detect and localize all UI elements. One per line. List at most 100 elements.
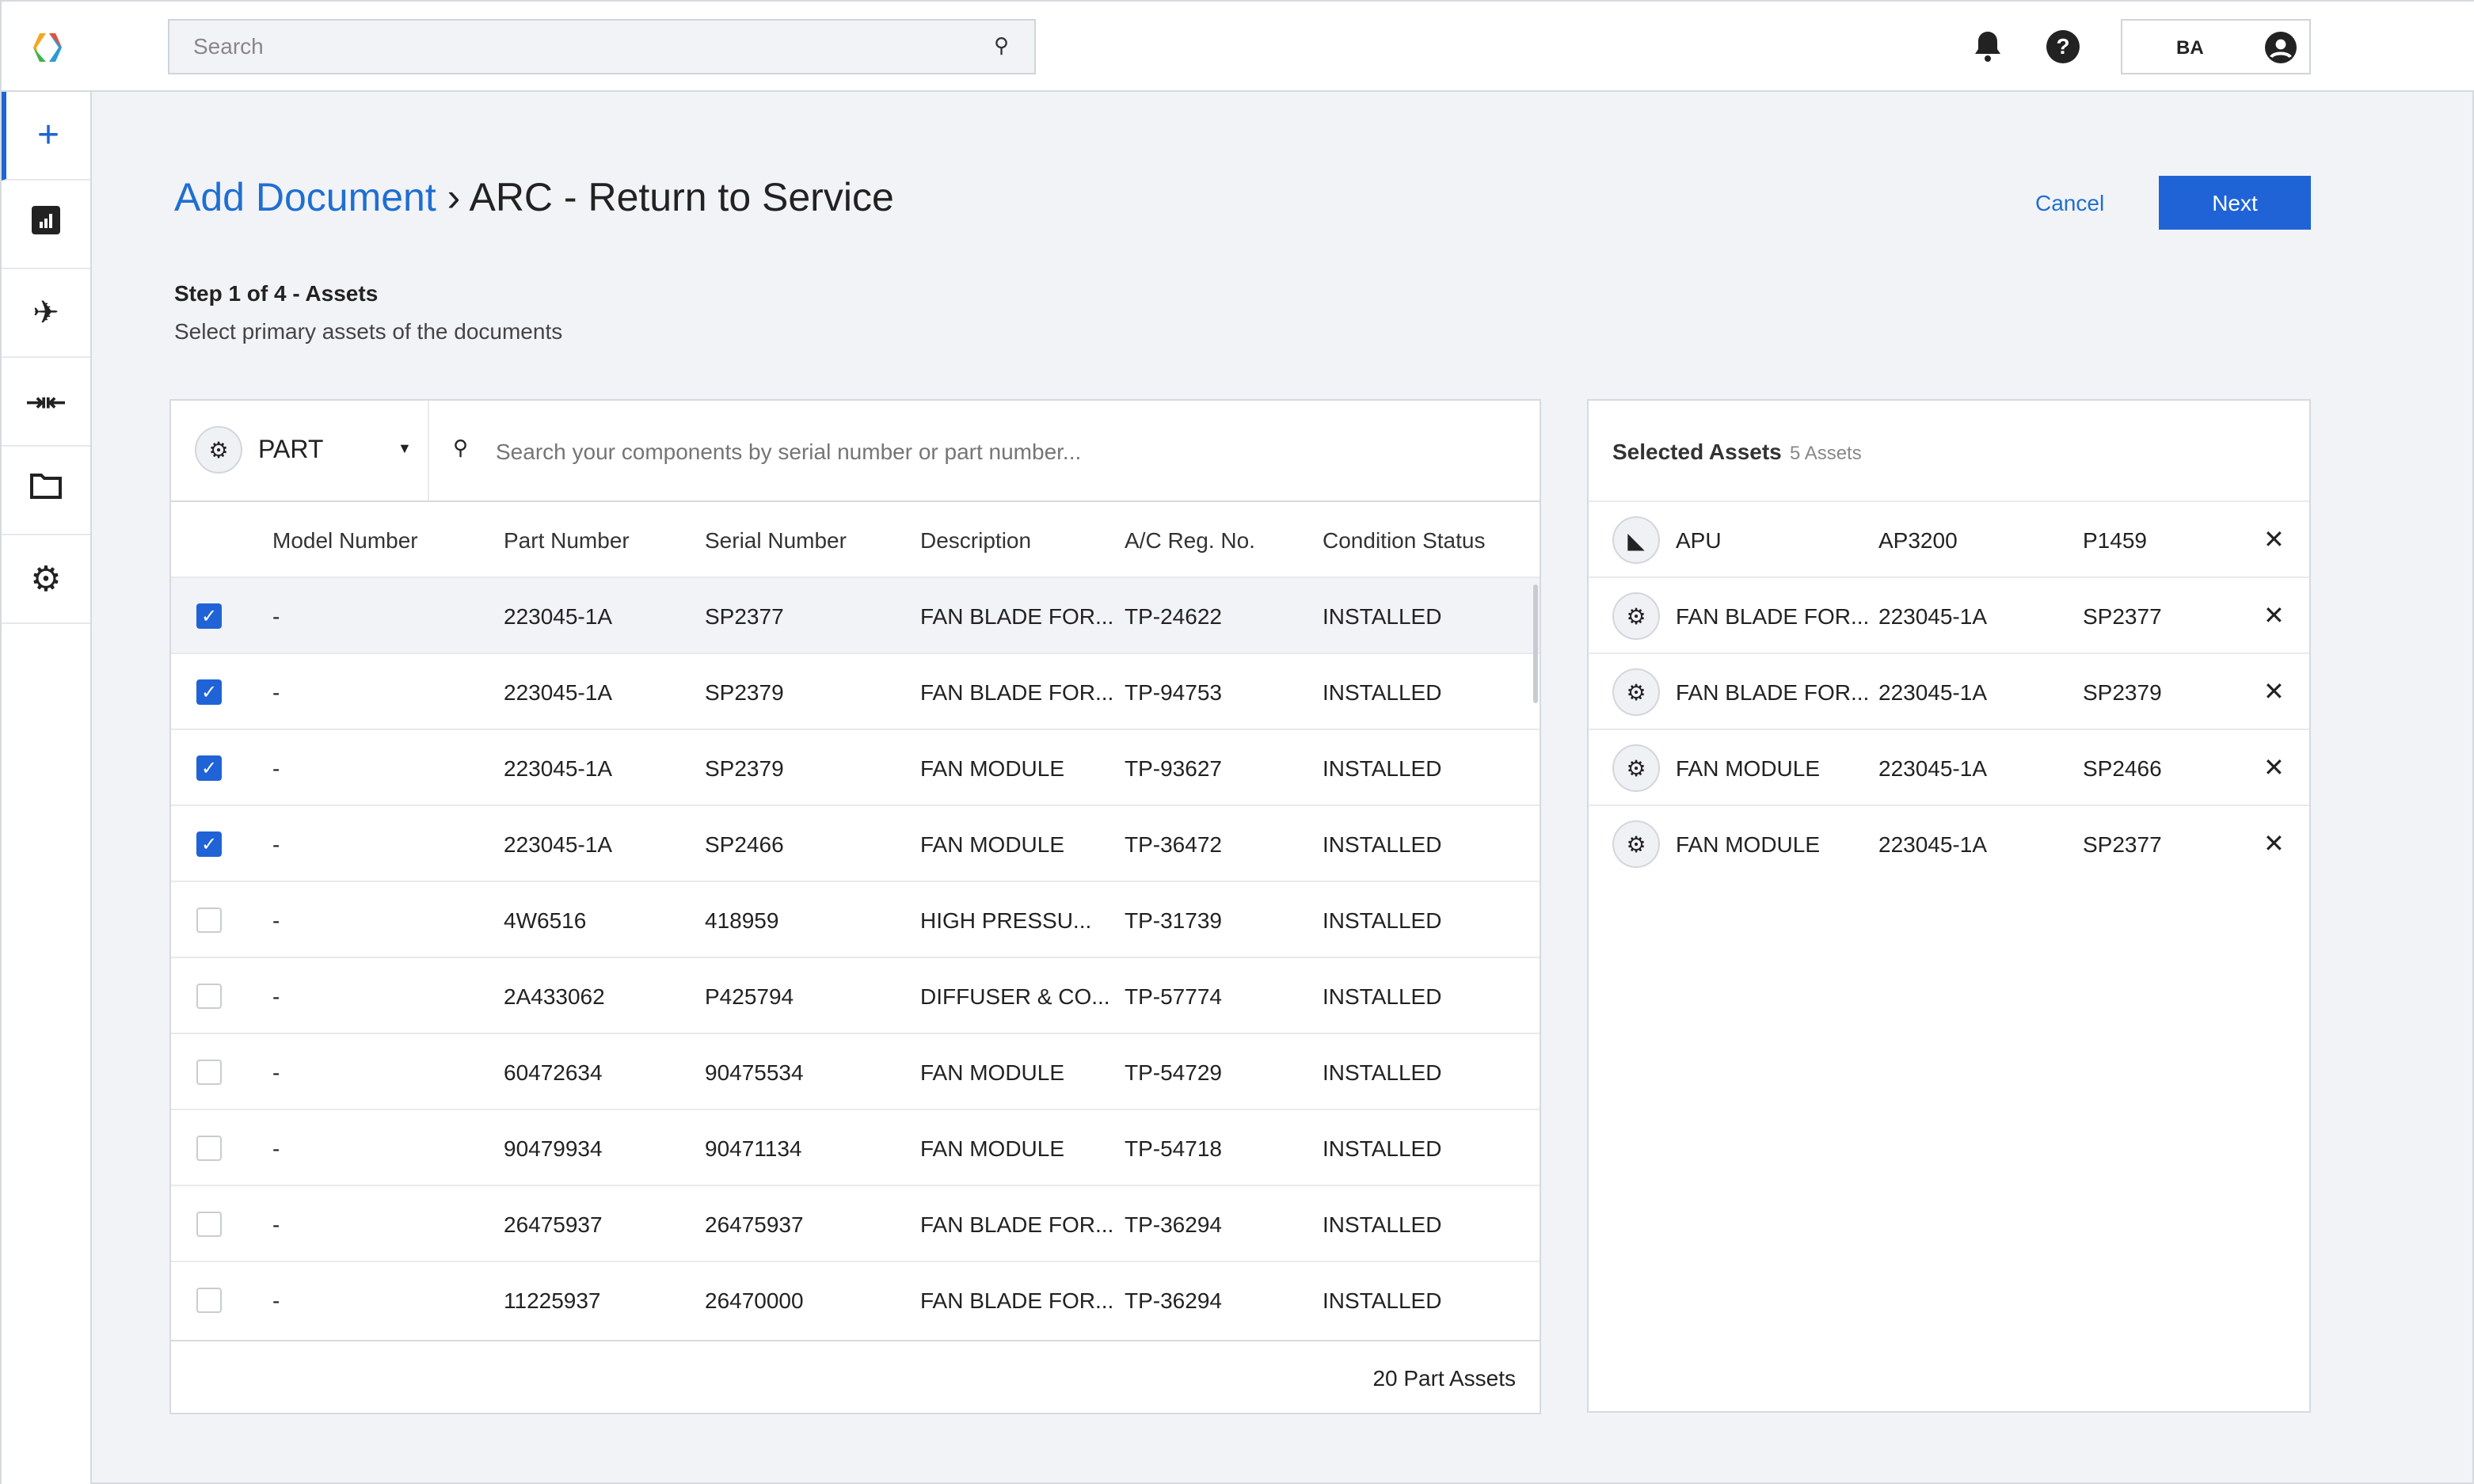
cell-description: FAN BLADE FOR... bbox=[920, 1288, 1114, 1313]
sidebar-item-transfer[interactable]: ⇥⇤ bbox=[2, 358, 90, 447]
cell-description: HIGH PRESSU... bbox=[920, 908, 1092, 933]
selected-part: 223045-1A bbox=[1878, 755, 1988, 781]
user-menu[interactable]: BA bbox=[2121, 19, 2311, 74]
table-row[interactable]: - 11225937 26470000 FAN BLADE FOR... TP-… bbox=[171, 1261, 1540, 1337]
app-logo[interactable] bbox=[30, 30, 65, 65]
sidebar-item-settings[interactable]: ⚙ bbox=[2, 535, 90, 624]
asset-search-input[interactable] bbox=[496, 432, 1478, 470]
remove-icon[interactable]: ✕ bbox=[2263, 600, 2285, 632]
cell-part: 223045-1A bbox=[504, 831, 613, 857]
column-header-serial[interactable]: Serial Number bbox=[705, 527, 847, 553]
cancel-button[interactable]: Cancel bbox=[2035, 190, 2104, 215]
cell-serial: 90471134 bbox=[705, 1136, 802, 1161]
table-row[interactable]: ✓ - 223045-1A SP2377 FAN BLADE FOR... TP… bbox=[171, 576, 1540, 653]
column-header-part[interactable]: Part Number bbox=[504, 527, 630, 553]
cell-part: 223045-1A bbox=[504, 679, 613, 705]
cell-description: FAN BLADE FOR... bbox=[920, 603, 1114, 629]
table-row[interactable]: - 4W6516 418959 HIGH PRESSU... TP-31739 … bbox=[171, 881, 1540, 957]
row-checkbox[interactable] bbox=[196, 1288, 222, 1313]
remove-icon[interactable]: ✕ bbox=[2263, 524, 2285, 556]
part-icon: ⚙ bbox=[195, 426, 242, 474]
cell-reg: TP-24622 bbox=[1125, 603, 1222, 629]
cell-description: FAN BLADE FOR... bbox=[920, 679, 1114, 705]
cell-model: - bbox=[272, 1136, 280, 1161]
cell-model: - bbox=[272, 908, 280, 933]
table-row[interactable]: - 26475937 26475937 FAN BLADE FOR... TP-… bbox=[171, 1185, 1540, 1261]
cell-status: INSTALLED bbox=[1323, 1288, 1442, 1313]
selected-part: AP3200 bbox=[1878, 527, 1958, 553]
cell-model: - bbox=[272, 831, 280, 857]
folder-icon bbox=[30, 472, 62, 508]
sidebar-item-analytics[interactable] bbox=[2, 181, 90, 269]
row-checkbox[interactable]: ✓ bbox=[196, 679, 222, 705]
sidebar-item-aircraft[interactable]: ✈ bbox=[2, 269, 90, 358]
cell-model: - bbox=[272, 755, 280, 781]
cell-model: - bbox=[272, 1060, 280, 1085]
next-button[interactable]: Next bbox=[2159, 176, 2311, 230]
cell-reg: TP-54718 bbox=[1125, 1136, 1222, 1161]
search-icon[interactable]: ⚲ bbox=[994, 33, 1009, 59]
bell-icon[interactable] bbox=[1972, 29, 2004, 63]
row-checkbox[interactable]: ✓ bbox=[196, 831, 222, 857]
row-checkbox[interactable] bbox=[196, 908, 222, 933]
row-checkbox[interactable]: ✓ bbox=[196, 755, 222, 781]
cell-status: INSTALLED bbox=[1323, 755, 1442, 781]
asset-type-label: PART bbox=[258, 437, 324, 464]
cell-reg: TP-57774 bbox=[1125, 984, 1222, 1009]
column-header-status[interactable]: Condition Status bbox=[1323, 527, 1485, 553]
table-row[interactable]: - 90479934 90471134 FAN MODULE TP-54718 … bbox=[171, 1109, 1540, 1185]
column-header-model[interactable]: Model Number bbox=[272, 527, 418, 553]
selected-serial: SP2379 bbox=[2083, 679, 2162, 705]
table-row[interactable]: ✓ - 223045-1A SP2466 FAN MODULE TP-36472… bbox=[171, 805, 1540, 881]
table-row[interactable]: - 60472634 90475534 FAN MODULE TP-54729 … bbox=[171, 1033, 1540, 1109]
selected-name: FAN BLADE FOR... bbox=[1676, 603, 1870, 629]
row-checkbox[interactable] bbox=[196, 1212, 222, 1237]
table-row[interactable]: - 2A433062 P425794 DIFFUSER & CO... TP-5… bbox=[171, 957, 1540, 1033]
row-checkbox[interactable] bbox=[196, 1060, 222, 1085]
cell-description: FAN MODULE bbox=[920, 831, 1065, 857]
search-placeholder: Search bbox=[193, 33, 264, 59]
page-title: Add Document › ARC - Return to Service bbox=[174, 176, 894, 222]
cell-status: INSTALLED bbox=[1323, 984, 1442, 1009]
user-initials: BA bbox=[2176, 36, 2204, 59]
column-header-reg[interactable]: A/C Reg. No. bbox=[1125, 527, 1255, 553]
column-header-description[interactable]: Description bbox=[920, 527, 1031, 553]
cell-status: INSTALLED bbox=[1323, 1060, 1442, 1085]
asset-type-selector[interactable]: ⚙ PART ▼ bbox=[171, 401, 429, 500]
part-icon: ⚙ bbox=[1612, 668, 1660, 716]
part-icon: ⚙ bbox=[1612, 592, 1660, 640]
cell-part: 11225937 bbox=[504, 1288, 601, 1313]
remove-icon[interactable]: ✕ bbox=[2263, 676, 2285, 708]
selected-asset-item: ⚙ FAN BLADE FOR... 223045-1A SP2377 ✕ bbox=[1589, 576, 2309, 653]
cell-description: FAN MODULE bbox=[920, 1060, 1065, 1085]
selected-serial: SP2466 bbox=[2083, 755, 2162, 781]
cell-model: - bbox=[272, 603, 280, 629]
row-checkbox[interactable] bbox=[196, 984, 222, 1009]
selected-name: FAN MODULE bbox=[1676, 831, 1821, 857]
breadcrumb-add-document[interactable]: Add Document bbox=[174, 176, 436, 220]
breadcrumb-current: ARC - Return to Service bbox=[469, 176, 894, 220]
help-icon[interactable]: ? bbox=[2046, 30, 2080, 63]
cell-status: INSTALLED bbox=[1323, 831, 1442, 857]
row-checkbox[interactable]: ✓ bbox=[196, 603, 222, 629]
sidebar-item-folder[interactable] bbox=[2, 447, 90, 535]
cell-reg: TP-93627 bbox=[1125, 755, 1222, 781]
selected-part: 223045-1A bbox=[1878, 603, 1988, 629]
remove-icon[interactable]: ✕ bbox=[2263, 752, 2285, 784]
table-row[interactable]: ✓ - 223045-1A SP2379 FAN BLADE FOR... TP… bbox=[171, 653, 1540, 729]
cell-serial: P425794 bbox=[705, 984, 794, 1009]
cell-model: - bbox=[272, 984, 280, 1009]
cell-serial: 26470000 bbox=[705, 1288, 804, 1313]
sidebar-item-add[interactable]: + bbox=[2, 92, 90, 181]
remove-icon[interactable]: ✕ bbox=[2263, 828, 2285, 860]
row-checkbox[interactable] bbox=[196, 1136, 222, 1161]
selected-name: FAN BLADE FOR... bbox=[1676, 679, 1870, 705]
scrollbar[interactable] bbox=[1533, 584, 1538, 703]
cell-description: FAN BLADE FOR... bbox=[920, 1212, 1114, 1237]
cell-reg: TP-94753 bbox=[1125, 679, 1222, 705]
table-row[interactable]: ✓ - 223045-1A SP2379 FAN MODULE TP-93627… bbox=[171, 729, 1540, 805]
cell-part: 2A433062 bbox=[504, 984, 605, 1009]
global-search-input[interactable]: Search ⚲ bbox=[168, 19, 1036, 74]
selected-asset-item: ⚙ FAN BLADE FOR... 223045-1A SP2379 ✕ bbox=[1589, 653, 2309, 729]
cell-part: 4W6516 bbox=[504, 908, 587, 933]
